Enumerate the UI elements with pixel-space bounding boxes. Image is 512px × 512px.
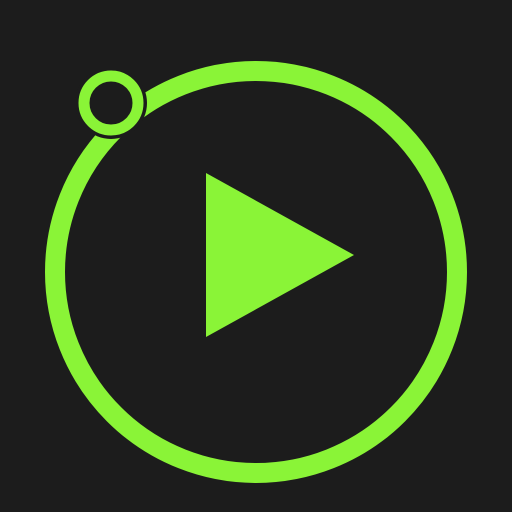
app-icon-graphic (0, 0, 512, 512)
app-icon (0, 0, 512, 512)
progress-knob-ring (78, 70, 144, 136)
progress-knob (75, 67, 147, 139)
